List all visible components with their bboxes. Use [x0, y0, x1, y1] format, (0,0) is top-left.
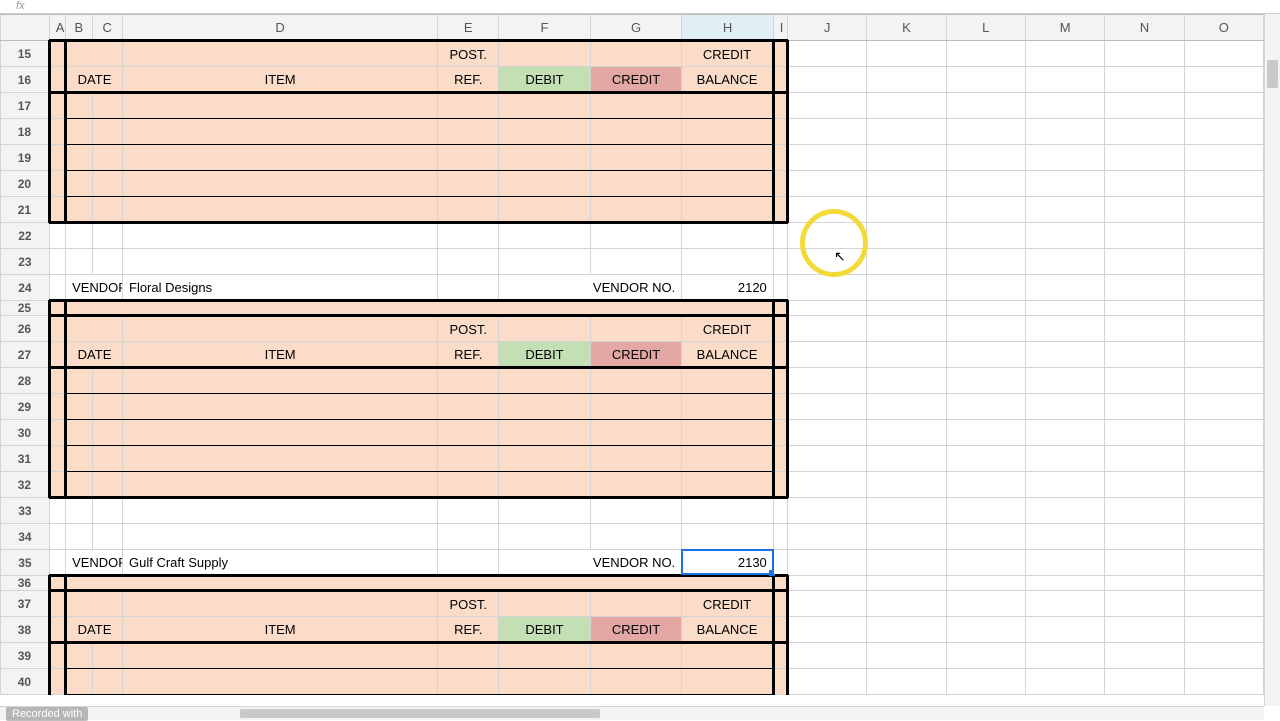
table-row: 20 — [1, 171, 1264, 197]
table-row: 40 — [1, 669, 1264, 695]
row-header[interactable]: 34 — [1, 524, 50, 550]
watermark: Recorded with — [6, 707, 88, 721]
row-header[interactable]: 29 — [1, 394, 50, 420]
scroll-thumb[interactable] — [240, 709, 600, 718]
table-row: 18 — [1, 119, 1264, 145]
row-header[interactable]: 30 — [1, 420, 50, 446]
horizontal-scrollbar[interactable] — [0, 706, 1264, 720]
table-row: 31 — [1, 446, 1264, 472]
col-header[interactable]: B — [66, 15, 92, 41]
header-date: DATE — [67, 68, 122, 91]
fx-label: fx — [16, 0, 25, 12]
row-header[interactable]: 35 — [1, 550, 50, 576]
table-row: 35 VENDOR Gulf Craft Supply VENDOR NO. 2… — [1, 550, 1264, 576]
header-item: ITEM — [123, 68, 437, 91]
vendor-name: Floral Designs — [123, 276, 437, 299]
vendor-no-label: VENDOR NO. — [499, 276, 681, 299]
col-header-selected[interactable]: H — [682, 15, 774, 41]
col-header[interactable]: L — [946, 15, 1025, 41]
table-row: 36 — [1, 576, 1264, 591]
table-row: 32 — [1, 472, 1264, 498]
table-row: 26 POST. CREDIT — [1, 316, 1264, 342]
row-header[interactable]: 32 — [1, 472, 50, 498]
table-row: 37 POST. CREDIT — [1, 591, 1264, 617]
col-header[interactable]: A — [49, 15, 65, 41]
table-row: 25 — [1, 301, 1264, 316]
table-row: 22 — [1, 223, 1264, 249]
row-header[interactable]: 26 — [1, 316, 50, 342]
col-header[interactable]: M — [1025, 15, 1104, 41]
row-header[interactable]: 31 — [1, 446, 50, 472]
row-header[interactable]: 38 — [1, 617, 50, 643]
vendor-label: VENDOR — [66, 276, 122, 299]
col-header[interactable]: D — [123, 15, 438, 41]
col-header[interactable]: N — [1105, 15, 1184, 41]
header-post: POST. — [438, 43, 498, 66]
table-row: 39 — [1, 643, 1264, 669]
col-header[interactable]: I — [773, 15, 787, 41]
row-header[interactable]: 22 — [1, 223, 50, 249]
table-row: 28 — [1, 368, 1264, 394]
row-header[interactable]: 40 — [1, 669, 50, 695]
vendor-name: Gulf Craft Supply — [123, 551, 437, 574]
col-header[interactable]: O — [1184, 15, 1263, 41]
vendor-no: 2120 — [682, 276, 773, 299]
col-header[interactable]: E — [438, 15, 499, 41]
spreadsheet-grid[interactable]: A B C D E F G H I J K L M N O 15 POST. C… — [0, 14, 1264, 706]
col-header[interactable]: C — [92, 15, 123, 41]
row-header[interactable]: 17 — [1, 93, 50, 119]
header-credit-top: CREDIT — [682, 43, 772, 66]
row-header[interactable]: 27 — [1, 342, 50, 368]
row-header[interactable]: 18 — [1, 119, 50, 145]
row-header[interactable]: 39 — [1, 643, 50, 669]
table-row: 19 — [1, 145, 1264, 171]
col-header[interactable]: G — [590, 15, 682, 41]
header-debit: DEBIT — [499, 68, 590, 91]
header-ref: REF. — [438, 68, 498, 91]
row-header[interactable]: 25 — [1, 301, 50, 316]
vertical-scrollbar[interactable] — [1264, 14, 1280, 706]
scroll-thumb[interactable] — [1267, 60, 1278, 88]
row-header[interactable]: 33 — [1, 498, 50, 524]
row-header[interactable]: 28 — [1, 368, 50, 394]
vendor-no: 2130 — [682, 551, 773, 574]
table-row: 30 — [1, 420, 1264, 446]
table-row: 24 VENDOR Floral Designs VENDOR NO. 2120 — [1, 275, 1264, 301]
header-credit: CREDIT — [591, 68, 682, 91]
row-header[interactable]: 16 — [1, 67, 50, 93]
formula-bar[interactable]: fx — [0, 0, 1280, 14]
table-row: 17 — [1, 93, 1264, 119]
table-row: 34 — [1, 524, 1264, 550]
table-row: 29 — [1, 394, 1264, 420]
row-header[interactable]: 15 — [1, 41, 50, 67]
table-row: 23 — [1, 249, 1264, 275]
table-row: 16 DATE ITEM REF. DEBIT CREDIT BALANCE — [1, 67, 1264, 93]
table-row: 15 POST. CREDIT — [1, 41, 1264, 67]
table-row: 38 DATE ITEM REF. DEBIT CREDIT BALANCE — [1, 617, 1264, 643]
col-header[interactable]: K — [867, 15, 946, 41]
row-header[interactable]: 36 — [1, 576, 50, 591]
col-header[interactable]: F — [499, 15, 591, 41]
table-row: 33 — [1, 498, 1264, 524]
column-header-row[interactable]: A B C D E F G H I J K L M N O — [1, 15, 1264, 41]
col-header[interactable]: J — [788, 15, 867, 41]
select-all-corner[interactable] — [1, 15, 50, 41]
header-balance: BALANCE — [682, 68, 772, 91]
row-header[interactable]: 19 — [1, 145, 50, 171]
table-row: 27 DATE ITEM REF. DEBIT CREDIT BALANCE — [1, 342, 1264, 368]
row-header[interactable]: 24 — [1, 275, 50, 301]
row-header[interactable]: 20 — [1, 171, 50, 197]
row-header[interactable]: 21 — [1, 197, 50, 223]
table-row: 21 — [1, 197, 1264, 223]
row-header[interactable]: 23 — [1, 249, 50, 275]
row-header[interactable]: 37 — [1, 591, 50, 617]
